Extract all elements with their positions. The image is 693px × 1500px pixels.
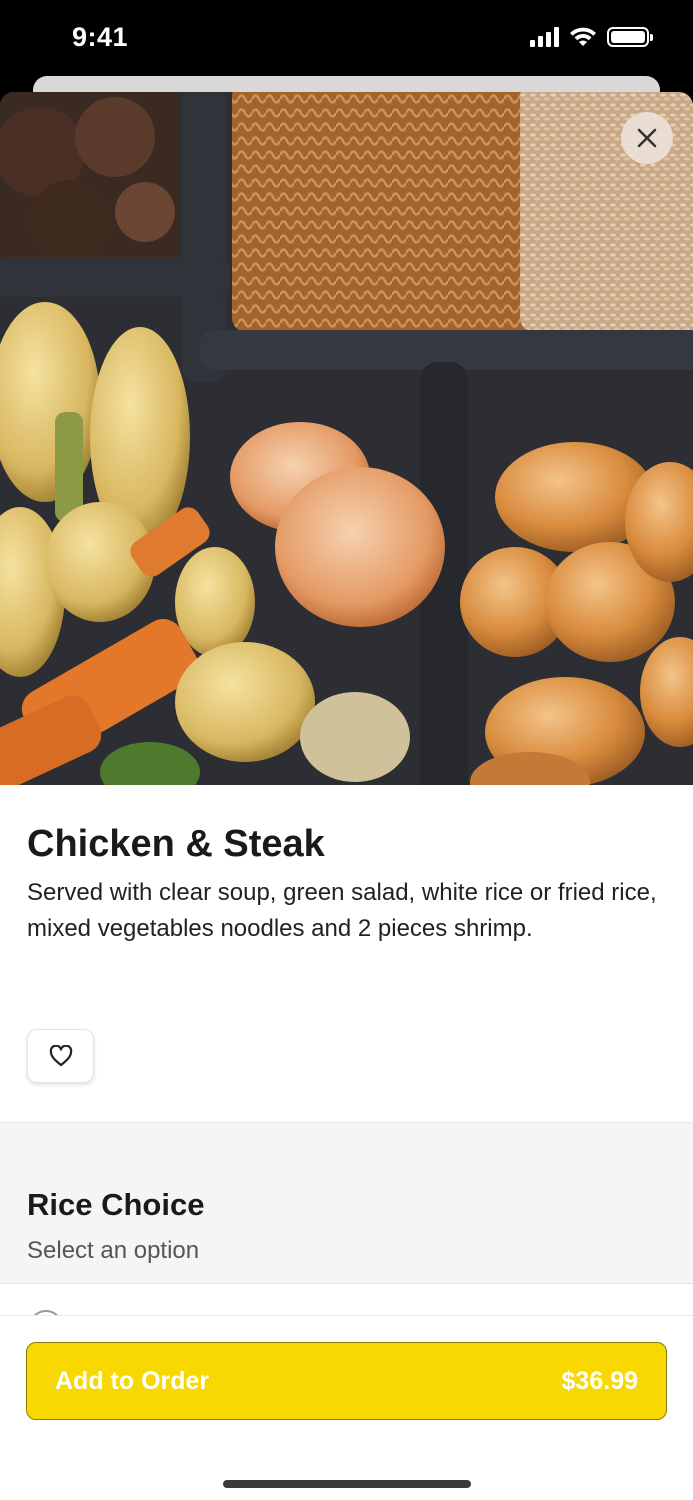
close-icon [637, 128, 657, 148]
rice-choice-title: Rice Choice [27, 1187, 205, 1222]
status-time: 9:41 [72, 22, 129, 52]
wifi-icon [570, 27, 596, 46]
close-button[interactable] [621, 112, 673, 164]
food-image [0, 92, 693, 785]
heart-icon [49, 1045, 72, 1067]
battery-icon [607, 27, 653, 47]
status-bar: 9:41 [0, 0, 693, 76]
add-to-order-label: Add to Order [55, 1366, 210, 1395]
favorite-button[interactable] [27, 1029, 94, 1083]
rice-choice-subtitle: Select an option [27, 1237, 200, 1264]
item-title: Chicken & Steak [27, 823, 325, 865]
home-indicator [223, 1480, 471, 1488]
order-price: $36.99 [561, 1366, 638, 1395]
item-description: Served with clear soup, green salad, whi… [27, 879, 657, 942]
status-icons [530, 27, 653, 47]
food-illustration [0, 92, 693, 785]
cellular-signal-icon [530, 27, 559, 47]
bottom-action-bar: Add to Order $36.99 [0, 1315, 693, 1500]
add-to-order-button[interactable]: Add to Order $36.99 [26, 1342, 667, 1420]
item-detail-sheet: Chicken & Steak Served with clear soup, … [0, 92, 693, 1500]
